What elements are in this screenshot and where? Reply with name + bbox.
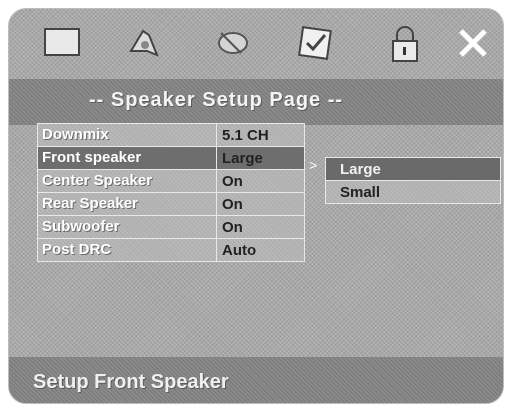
menu-item-value: On	[222, 173, 243, 190]
settings-menu: Downmix 5.1 CH Front speaker Large Cente…	[37, 123, 305, 262]
divider	[216, 170, 217, 192]
menu-item-label: Subwoofer	[42, 218, 120, 235]
menu-item-value: Auto	[222, 242, 257, 259]
menu-item-value: On	[222, 196, 243, 213]
option-submenu: Large Small	[325, 157, 501, 204]
menu-item-label: Post DRC	[42, 241, 112, 258]
menu-item-label: Downmix	[42, 126, 109, 143]
divider	[216, 193, 217, 215]
menu-item-front-speaker[interactable]: Front speaker Large	[37, 147, 305, 170]
menu-item-center-speaker[interactable]: Center Speaker On	[37, 170, 305, 193]
tab-lock[interactable]	[381, 19, 429, 67]
speaker-icon	[129, 29, 159, 57]
menu-item-subwoofer[interactable]: Subwoofer On	[37, 216, 305, 239]
osd-screen: -- Speaker Setup Page -- Downmix 5.1 CH …	[8, 8, 504, 404]
menu-item-post-drc[interactable]: Post DRC Auto	[37, 239, 305, 262]
tab-screen[interactable]	[39, 19, 87, 67]
page-title: -- Speaker Setup Page --	[89, 89, 344, 111]
lock-icon	[392, 26, 418, 62]
submenu-arrow-icon: >	[309, 157, 318, 173]
menu-item-label: Center Speaker	[42, 172, 153, 189]
menu-item-rear-speaker[interactable]: Rear Speaker On	[37, 193, 305, 216]
option-label: Small	[340, 184, 381, 201]
tab-speaker[interactable]	[121, 19, 169, 67]
divider	[216, 124, 217, 146]
divider	[216, 239, 217, 261]
footer-hint: Setup Front Speaker	[33, 371, 229, 393]
preference-icon	[298, 26, 332, 60]
status-footer: Setup Front Speaker	[9, 357, 503, 403]
screen-icon	[44, 28, 80, 56]
divider	[216, 216, 217, 238]
menu-item-downmix[interactable]: Downmix 5.1 CH	[37, 123, 305, 147]
dolby-icon	[218, 32, 248, 54]
menu-item-value: On	[222, 219, 243, 236]
menu-item-label: Rear Speaker	[42, 195, 138, 212]
tab-dolby[interactable]	[209, 19, 257, 67]
option-large[interactable]: Large	[325, 157, 501, 181]
divider	[216, 147, 217, 169]
tab-exit[interactable]	[449, 19, 497, 67]
menu-item-value: 5.1 CH	[222, 127, 269, 144]
title-bar: -- Speaker Setup Page --	[9, 79, 503, 125]
option-small[interactable]: Small	[325, 181, 501, 204]
option-label: Large	[340, 161, 381, 178]
menu-item-value: Large	[222, 150, 263, 167]
menu-item-label: Front speaker	[42, 149, 142, 166]
tab-preference[interactable]	[291, 19, 339, 67]
exit-icon	[459, 29, 487, 57]
